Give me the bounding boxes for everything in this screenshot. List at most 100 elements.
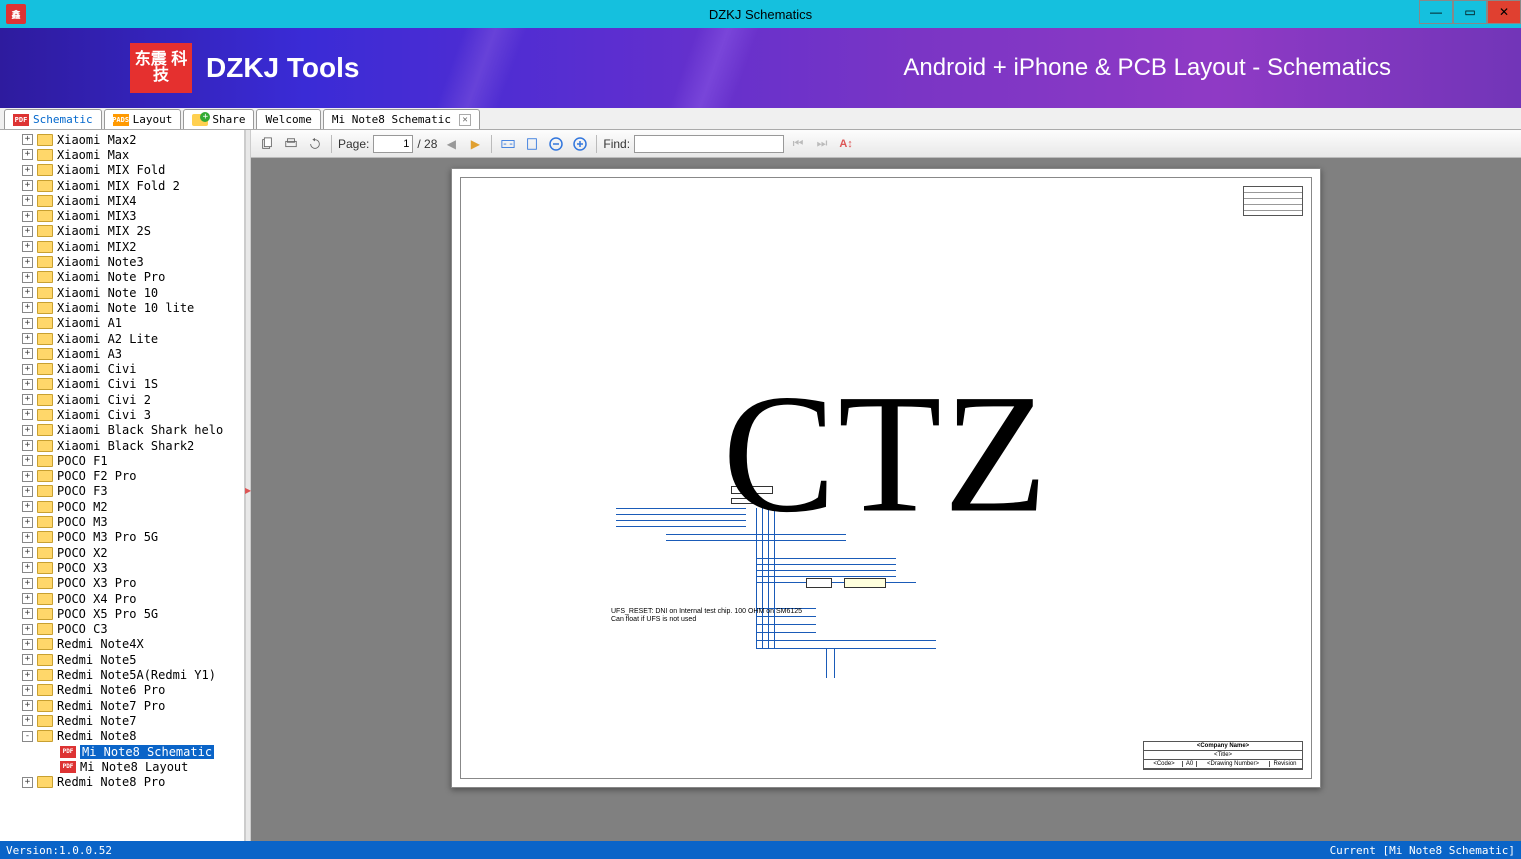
tab-welcome[interactable]: Welcome bbox=[256, 109, 320, 129]
expander-icon[interactable]: + bbox=[22, 700, 33, 711]
expander-icon[interactable]: + bbox=[22, 272, 33, 283]
tree-item[interactable]: +POCO M3 bbox=[0, 514, 244, 529]
tab-current-doc[interactable]: Mi Note8 Schematic ✕ bbox=[323, 109, 480, 129]
tree-item[interactable]: +Xiaomi Note3 bbox=[0, 254, 244, 269]
expander-icon[interactable]: + bbox=[22, 639, 33, 650]
expander-icon[interactable]: + bbox=[22, 211, 33, 222]
tree-item[interactable]: +Redmi Note7 bbox=[0, 713, 244, 728]
tree-item[interactable]: +Xiaomi A3 bbox=[0, 346, 244, 361]
maximize-button[interactable]: ▭ bbox=[1453, 0, 1487, 24]
prev-page-icon[interactable]: ◀ bbox=[441, 134, 461, 154]
minimize-button[interactable]: — bbox=[1419, 0, 1453, 24]
tree-item[interactable]: +Xiaomi Note 10 lite bbox=[0, 300, 244, 315]
tree-item[interactable]: +Xiaomi Note 10 bbox=[0, 285, 244, 300]
tree-item[interactable]: +Xiaomi Black Shark2 bbox=[0, 438, 244, 453]
rotate-icon[interactable] bbox=[305, 134, 325, 154]
expander-icon[interactable]: + bbox=[22, 425, 33, 436]
expander-icon[interactable]: + bbox=[22, 165, 33, 176]
tab-share[interactable]: Share bbox=[183, 109, 254, 129]
expander-icon[interactable]: + bbox=[22, 547, 33, 558]
tree-view[interactable]: +Xiaomi Max2+Xiaomi Max+Xiaomi MIX Fold+… bbox=[0, 130, 244, 841]
expander-icon[interactable]: + bbox=[22, 715, 33, 726]
tree-item[interactable]: +Xiaomi Note Pro bbox=[0, 270, 244, 285]
tree-item[interactable]: +Xiaomi Civi 1S bbox=[0, 377, 244, 392]
tree-item[interactable]: +Xiaomi Civi 2 bbox=[0, 392, 244, 407]
tree-item[interactable]: +Redmi Note7 Pro bbox=[0, 698, 244, 713]
tab-layout[interactable]: PADS Layout bbox=[104, 109, 182, 129]
expander-icon[interactable]: + bbox=[22, 578, 33, 589]
expander-icon[interactable]: + bbox=[22, 318, 33, 329]
expander-icon[interactable]: + bbox=[22, 608, 33, 619]
zoom-out-icon[interactable] bbox=[546, 134, 566, 154]
tree-item[interactable]: +Xiaomi Max bbox=[0, 147, 244, 162]
tree-item[interactable]: +Redmi Note5 bbox=[0, 652, 244, 667]
tree-item[interactable]: +Xiaomi MIX4 bbox=[0, 193, 244, 208]
expander-icon[interactable]: + bbox=[22, 593, 33, 604]
zoom-in-icon[interactable] bbox=[570, 134, 590, 154]
expander-icon[interactable]: + bbox=[22, 348, 33, 359]
expander-icon[interactable]: + bbox=[22, 302, 33, 313]
tree-item[interactable]: PDFMi Note8 Schematic bbox=[0, 744, 244, 759]
expander-icon[interactable]: + bbox=[22, 287, 33, 298]
tree-item[interactable]: +Redmi Note5A(Redmi Y1) bbox=[0, 667, 244, 682]
expander-icon[interactable]: + bbox=[22, 333, 33, 344]
tree-item[interactable]: +Xiaomi MIX 2S bbox=[0, 224, 244, 239]
tree-item[interactable]: +Xiaomi MIX3 bbox=[0, 208, 244, 223]
fit-width-icon[interactable] bbox=[498, 134, 518, 154]
document-viewport[interactable]: UFS_RESET: DNI on Internal test chip. 10… bbox=[251, 158, 1521, 841]
expander-icon[interactable]: + bbox=[22, 364, 33, 375]
expander-icon[interactable]: + bbox=[22, 226, 33, 237]
expander-icon[interactable]: + bbox=[22, 379, 33, 390]
tree-item[interactable]: +Xiaomi MIX Fold bbox=[0, 163, 244, 178]
tree-item[interactable]: +Redmi Note8 Pro bbox=[0, 774, 244, 789]
fit-page-icon[interactable] bbox=[522, 134, 542, 154]
expander-icon[interactable]: + bbox=[22, 409, 33, 420]
tree-item[interactable]: +POCO M3 Pro 5G bbox=[0, 530, 244, 545]
next-page-icon[interactable]: ▶ bbox=[465, 134, 485, 154]
expander-icon[interactable]: + bbox=[22, 394, 33, 405]
tree-item[interactable]: +POCO F3 bbox=[0, 484, 244, 499]
expander-icon[interactable]: + bbox=[22, 670, 33, 681]
expander-icon[interactable]: + bbox=[22, 149, 33, 160]
tree-item[interactable]: +Xiaomi A2 Lite bbox=[0, 331, 244, 346]
tree-item[interactable]: +POCO M2 bbox=[0, 499, 244, 514]
tree-item[interactable]: -Redmi Note8 bbox=[0, 729, 244, 744]
tree-item[interactable]: +POCO X2 bbox=[0, 545, 244, 560]
expander-icon[interactable]: + bbox=[22, 562, 33, 573]
find-prev-icon[interactable]: ⏮ bbox=[788, 134, 808, 154]
expander-icon[interactable]: + bbox=[22, 440, 33, 451]
tree-item[interactable]: +Xiaomi MIX2 bbox=[0, 239, 244, 254]
expander-icon[interactable]: + bbox=[22, 777, 33, 788]
tree-item[interactable]: +Xiaomi MIX Fold 2 bbox=[0, 178, 244, 193]
expander-icon[interactable]: + bbox=[22, 241, 33, 252]
expander-icon[interactable]: + bbox=[22, 471, 33, 482]
tree-item[interactable]: +Xiaomi Civi 3 bbox=[0, 407, 244, 422]
tree-item[interactable]: +POCO X4 Pro bbox=[0, 591, 244, 606]
find-input[interactable] bbox=[634, 135, 784, 153]
tree-item[interactable]: PDFMi Note8 Layout bbox=[0, 759, 244, 774]
tree-item[interactable]: +Xiaomi Black Shark helo bbox=[0, 423, 244, 438]
tab-close-icon[interactable]: ✕ bbox=[459, 114, 471, 126]
tree-item[interactable]: +POCO C3 bbox=[0, 622, 244, 637]
close-button[interactable]: ✕ bbox=[1487, 0, 1521, 24]
page-input[interactable] bbox=[373, 135, 413, 153]
expander-icon[interactable]: + bbox=[22, 517, 33, 528]
expander-icon[interactable]: + bbox=[22, 195, 33, 206]
expander-icon[interactable]: + bbox=[22, 532, 33, 543]
text-size-icon[interactable]: A↕ bbox=[836, 134, 856, 154]
expander-icon[interactable]: + bbox=[22, 134, 33, 145]
tab-schematic[interactable]: PDF Schematic bbox=[4, 109, 102, 129]
tree-item[interactable]: +Redmi Note4X bbox=[0, 637, 244, 652]
expander-icon[interactable]: + bbox=[22, 685, 33, 696]
expander-icon[interactable]: + bbox=[22, 257, 33, 268]
tree-item[interactable]: +Redmi Note6 Pro bbox=[0, 683, 244, 698]
print-icon[interactable] bbox=[281, 134, 301, 154]
expander-icon[interactable]: + bbox=[22, 180, 33, 191]
expander-icon[interactable]: + bbox=[22, 486, 33, 497]
expander-icon[interactable]: + bbox=[22, 624, 33, 635]
tree-item[interactable]: +POCO X5 Pro 5G bbox=[0, 606, 244, 621]
tree-item[interactable]: +Xiaomi A1 bbox=[0, 316, 244, 331]
find-next-icon[interactable]: ⏭ bbox=[812, 134, 832, 154]
tree-item[interactable]: +POCO X3 bbox=[0, 560, 244, 575]
tree-item[interactable]: +POCO F1 bbox=[0, 453, 244, 468]
